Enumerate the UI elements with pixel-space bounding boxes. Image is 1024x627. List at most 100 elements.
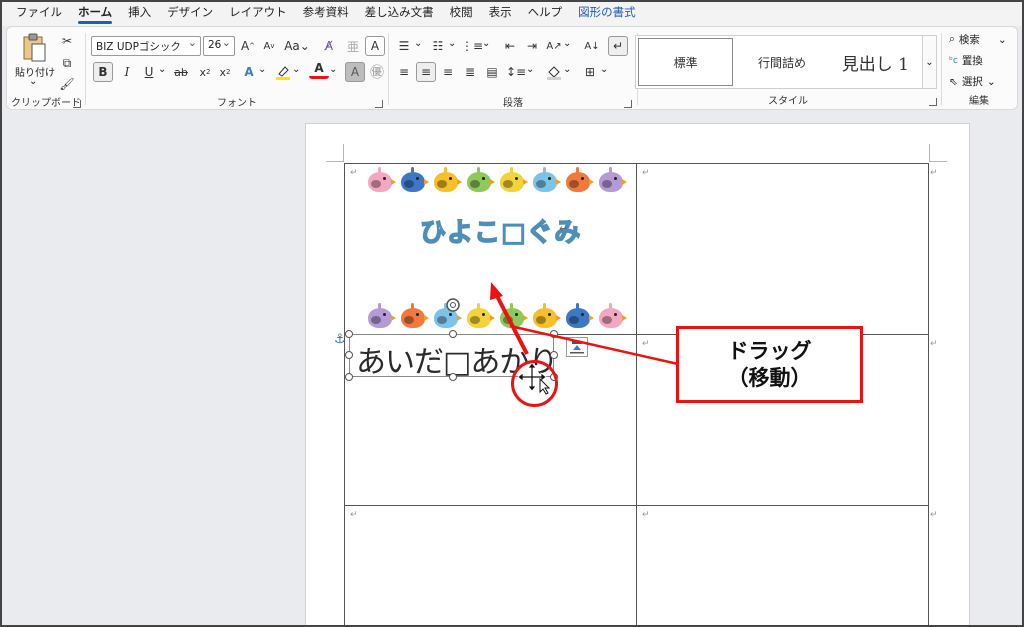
multilevel-chevron-icon[interactable]: ⌄: [482, 38, 490, 49]
font-size-select[interactable]: 26: [203, 36, 235, 56]
editing-group-label: 編集: [969, 96, 989, 107]
align-right-icon[interactable]: ≡: [438, 62, 458, 82]
enclose-characters-icon[interactable]: ㊝: [367, 62, 387, 82]
clipboard-launcher-icon[interactable]: [73, 100, 81, 108]
select-chevron-icon[interactable]: ⌄: [987, 76, 996, 88]
italic-button[interactable]: I: [117, 62, 137, 82]
asian-layout-icon[interactable]: A↗: [544, 36, 564, 56]
find-chevron-icon[interactable]: ⌄: [998, 34, 1007, 46]
font-color-icon[interactable]: A: [309, 60, 329, 79]
layout-options-icon[interactable]: [566, 337, 588, 357]
paragraph-group-label: 段落: [503, 98, 523, 109]
character-border-icon[interactable]: A: [365, 36, 385, 56]
tab-4[interactable]: レイアウト: [221, 4, 295, 26]
anchor-icon[interactable]: ⚓: [334, 332, 346, 347]
multilevel-list-icon[interactable]: ⋮≡: [461, 36, 483, 56]
superscript-button[interactable]: x2: [215, 62, 235, 82]
distributed-icon[interactable]: ▤: [482, 62, 502, 82]
replace-button[interactable]: ᵇc 置換: [949, 53, 983, 68]
bird-icon: [564, 302, 594, 330]
highlight-color-icon[interactable]: [273, 62, 293, 82]
resize-handle[interactable]: [449, 373, 457, 381]
resize-handle[interactable]: [345, 351, 353, 359]
styles-launcher-icon[interactable]: [929, 98, 937, 106]
align-center-icon[interactable]: ≡: [416, 62, 436, 82]
resize-handle[interactable]: [449, 330, 457, 338]
bullets-icon[interactable]: ☰: [394, 36, 414, 56]
highlight-chevron-icon[interactable]: ⌄: [292, 64, 300, 75]
tab-0[interactable]: ファイル: [8, 4, 70, 26]
find-button[interactable]: ⌕ 検索 ⌄: [949, 32, 1007, 47]
align-left-icon[interactable]: ≡: [394, 62, 414, 82]
tab-5[interactable]: 参考資料: [295, 4, 357, 26]
asian-layout-chevron-icon[interactable]: ⌄: [563, 38, 571, 49]
paragraph-mark: ↵: [930, 168, 938, 178]
table-border: [928, 163, 929, 627]
borders-icon[interactable]: ⊞: [580, 62, 600, 82]
select-button[interactable]: ⇖ 選択 ⌄: [949, 74, 996, 89]
bird-icon: [564, 166, 594, 194]
shrink-font-icon[interactable]: Av: [259, 36, 279, 56]
clipboard-group: 貼り付け ⌄ ✂ ⧉ 🖌 クリップボード: [7, 27, 85, 111]
font-name-select[interactable]: BIZ UDPゴシック: [91, 36, 201, 56]
justify-icon[interactable]: ≣: [460, 62, 480, 82]
sort-icon[interactable]: A↓: [582, 36, 602, 56]
tab-7[interactable]: 校閲: [442, 4, 481, 26]
font-color-chevron-icon[interactable]: ⌄: [329, 64, 337, 75]
paste-icon[interactable]: [21, 33, 47, 63]
borders-chevron-icon[interactable]: ⌄: [600, 64, 608, 75]
underline-button[interactable]: U: [139, 62, 159, 82]
show-formatting-marks-icon[interactable]: ↵: [608, 36, 628, 56]
resize-handle[interactable]: [550, 351, 558, 359]
grow-font-icon[interactable]: A ^: [238, 36, 258, 56]
tab-10[interactable]: 図形の書式: [570, 4, 644, 26]
font-group: BIZ UDPゴシック 26 A^ Av Aa⌄ A̸ 亜 A B I U ⌄ …: [87, 27, 387, 111]
paragraph-mark: ↵: [350, 168, 358, 178]
bullets-chevron-icon[interactable]: ⌄: [414, 38, 422, 49]
resize-handle[interactable]: [345, 330, 353, 338]
styles-gallery-more-icon[interactable]: ⌄: [923, 35, 937, 89]
tab-9[interactable]: ヘルプ: [520, 4, 571, 26]
resize-handle[interactable]: [345, 373, 353, 381]
resize-handle[interactable]: [550, 330, 558, 338]
paragraph-launcher-icon[interactable]: [624, 100, 632, 108]
bird-illustration-row-bottom[interactable]: [366, 302, 627, 330]
line-spacing-icon[interactable]: ↕≡: [506, 62, 526, 82]
style-normal[interactable]: 標準: [638, 38, 734, 86]
line-spacing-chevron-icon[interactable]: ⌄: [526, 64, 534, 75]
change-case-button[interactable]: Aa ⌄: [282, 36, 312, 56]
subscript-button[interactable]: x2: [195, 62, 215, 82]
class-title-text[interactable]: ひよこ□ぐみ: [419, 212, 581, 249]
rotate-handle-icon[interactable]: [445, 297, 461, 313]
cut-icon[interactable]: ✂: [57, 31, 77, 51]
clear-formatting-icon[interactable]: A̸: [319, 36, 339, 56]
tab-2[interactable]: 挿入: [120, 4, 159, 26]
ribbon-separator: [85, 33, 86, 105]
bird-illustration-row-top[interactable]: [366, 166, 627, 194]
paste-dropdown-chevron-icon[interactable]: ⌄: [29, 76, 37, 87]
paragraph-mark: ↵: [642, 168, 650, 178]
text-effects-chevron-icon[interactable]: ⌄: [258, 64, 266, 75]
decrease-indent-icon[interactable]: ⇤: [500, 36, 520, 56]
copy-icon[interactable]: ⧉: [57, 53, 77, 73]
tab-3[interactable]: デザイン: [159, 4, 221, 26]
phonetic-guide-icon[interactable]: 亜: [343, 36, 363, 56]
tab-6[interactable]: 差し込み文書: [357, 4, 442, 26]
style-no-spacing[interactable]: 行間詰め: [735, 36, 828, 88]
character-shading-icon[interactable]: A: [345, 62, 365, 82]
strikethrough-button[interactable]: ab: [171, 62, 191, 82]
underline-dropdown-chevron-icon[interactable]: ⌄: [158, 64, 166, 75]
numbering-icon[interactable]: ☷: [428, 36, 448, 56]
font-launcher-icon[interactable]: [375, 100, 383, 108]
increase-indent-icon[interactable]: ⇥: [522, 36, 542, 56]
numbering-chevron-icon[interactable]: ⌄: [448, 38, 456, 49]
shading-chevron-icon[interactable]: ⌄: [563, 64, 571, 75]
style-heading-1[interactable]: 見出し 1: [829, 36, 922, 88]
table-border: [636, 163, 637, 627]
text-effects-icon[interactable]: A: [239, 62, 259, 82]
tab-8[interactable]: 表示: [481, 4, 520, 26]
tab-1[interactable]: ホーム: [70, 4, 120, 26]
format-painter-icon[interactable]: 🖌: [57, 74, 77, 94]
bold-button[interactable]: B: [93, 62, 113, 82]
shading-icon[interactable]: [544, 62, 564, 82]
